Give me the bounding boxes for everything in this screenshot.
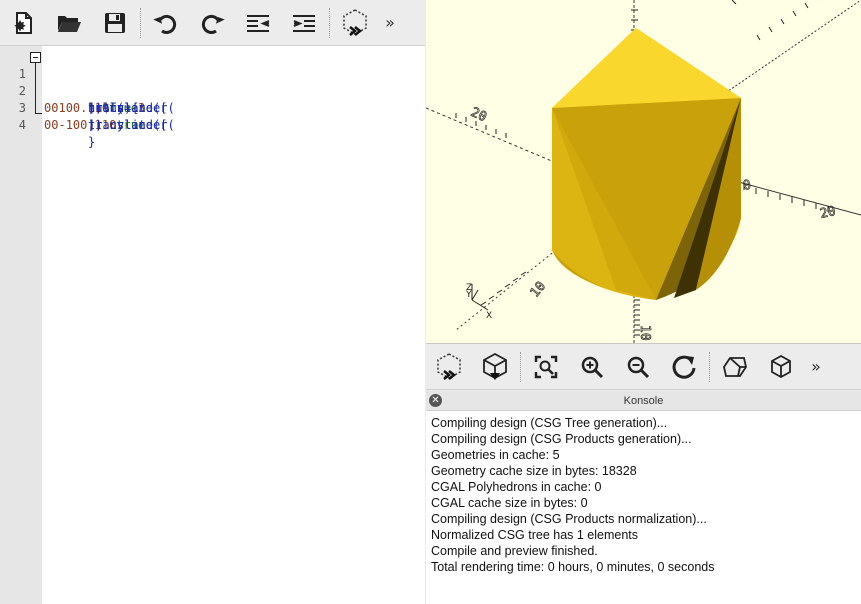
line-number: 4 — [18, 118, 26, 132]
zoom-in-icon — [581, 356, 604, 378]
new-file-button[interactable] — [0, 0, 46, 46]
view-all-icon — [534, 355, 558, 378]
unindent-icon — [247, 14, 270, 32]
console-line: Compiling design (CSG Products generatio… — [431, 432, 692, 446]
undo-button[interactable] — [143, 0, 189, 46]
console-line: Normalized CSG tree has 1 elements — [431, 528, 639, 542]
code-token: } — [88, 135, 96, 149]
axes-indicator: Y Z X — [465, 283, 492, 321]
console-line: Geometry cache size in bytes: 18328 — [431, 464, 637, 478]
code-token: ); — [88, 118, 103, 132]
render-icon — [483, 352, 507, 380]
view-toolbar: » — [426, 344, 861, 390]
preview-button[interactable] — [426, 344, 472, 390]
editor-pane: » 1 hull(){ 2 translate([0 ,0, 10]) cyli… — [0, 0, 425, 604]
redo-icon — [201, 14, 225, 34]
unindent-button[interactable] — [235, 0, 281, 46]
console-line: CGAL cache size in bytes: 0 — [431, 496, 588, 510]
console-title: Konsole — [623, 395, 664, 407]
console-line: Compiling design (CSG Tree generation)..… — [431, 416, 668, 430]
save-file-icon — [105, 12, 125, 33]
tick-label: 10 — [637, 325, 652, 341]
tick-label: 20 — [468, 105, 489, 125]
code-line: 1 hull(){ — [0, 49, 425, 115]
console-line: Compile and preview finished. — [431, 544, 598, 558]
console-line: Compiling design (CSG Products normaliza… — [431, 512, 707, 526]
open-file-button[interactable] — [46, 0, 92, 46]
axis-line — [426, 107, 555, 163]
zoom-out-icon — [627, 356, 650, 378]
open-file-icon — [58, 15, 81, 32]
zoom-out-button[interactable] — [615, 344, 661, 390]
tick-marks — [731, 0, 820, 41]
zoom-in-button[interactable] — [569, 344, 615, 390]
fold-toggle-icon[interactable] — [30, 52, 41, 63]
code-editor[interactable]: 1 hull(){ 2 translate([0 ,0, 10]) cylind… — [0, 46, 425, 604]
reset-view-button[interactable] — [661, 344, 707, 390]
console-titlebar: ✕ Konsole — [426, 391, 861, 411]
reset-view-icon — [672, 355, 696, 379]
toolbar-separator — [140, 7, 141, 38]
preview-icon — [437, 352, 461, 380]
perspective-button[interactable] — [712, 344, 758, 390]
console-panel: ✕ Konsole Compiling design (CSG Tree gen… — [426, 391, 861, 604]
new-file-icon — [14, 11, 32, 34]
view-all-button[interactable] — [523, 344, 569, 390]
preview-button[interactable] — [332, 0, 378, 46]
console-line: Geometries in cache: 5 — [431, 448, 560, 462]
perspective-icon — [723, 356, 747, 377]
indent-button[interactable] — [281, 0, 327, 46]
undo-icon — [153, 14, 177, 34]
model-render — [552, 28, 741, 300]
close-icon[interactable]: ✕ — [429, 394, 442, 407]
redo-button[interactable] — [189, 0, 235, 46]
toolbar-separator — [329, 7, 330, 38]
preview-icon — [343, 8, 367, 36]
console-line: CGAL Polyhedrons in cache: 0 — [431, 480, 602, 494]
axis-label-x: X — [486, 311, 492, 321]
console-line: Total rendering time: 0 hours, 0 minutes… — [431, 560, 715, 574]
tick-label: 0 — [742, 178, 753, 194]
toolbar-separator — [520, 351, 521, 382]
tick-marks — [480, 271, 527, 306]
code-token: -10 — [58, 118, 81, 132]
save-file-button[interactable] — [92, 0, 138, 46]
axis-label-z: Z — [466, 283, 472, 293]
tick-label: 20 — [819, 204, 837, 222]
editor-toolbar-more-button[interactable]: » — [378, 0, 402, 46]
tick-marks — [743, 184, 829, 212]
code-line: 2 translate([0 ,0, 10]) cylinder(0.1, 10… — [0, 66, 425, 115]
openscad-window: » 1 hull(){ 2 translate([0 ,0, 10]) cyli… — [0, 0, 861, 604]
render-button[interactable] — [472, 344, 518, 390]
3d-viewport[interactable]: 20 0 20 10 10 Y Z X — [426, 0, 861, 344]
viewport-canvas: 20 0 20 10 10 Y Z X — [426, 0, 861, 343]
toolbar-separator — [709, 351, 710, 382]
indent-icon — [293, 14, 315, 32]
editor-toolbar: » — [0, 0, 425, 46]
orthogonal-icon — [771, 354, 791, 378]
console-output[interactable]: Compiling design (CSG Tree generation)..… — [426, 411, 861, 579]
code-text: translate([0 ,0, -10]) cylinder(0.1, 10,… — [44, 117, 175, 134]
orthogonal-button[interactable] — [758, 344, 804, 390]
view-toolbar-more-button[interactable]: » — [804, 344, 828, 390]
code-line: 3 translate([0 ,0, -10]) cylinder(0.1, 1… — [0, 83, 425, 132]
code-line: 4 } — [0, 100, 425, 149]
tick-label: 10 — [528, 279, 550, 301]
